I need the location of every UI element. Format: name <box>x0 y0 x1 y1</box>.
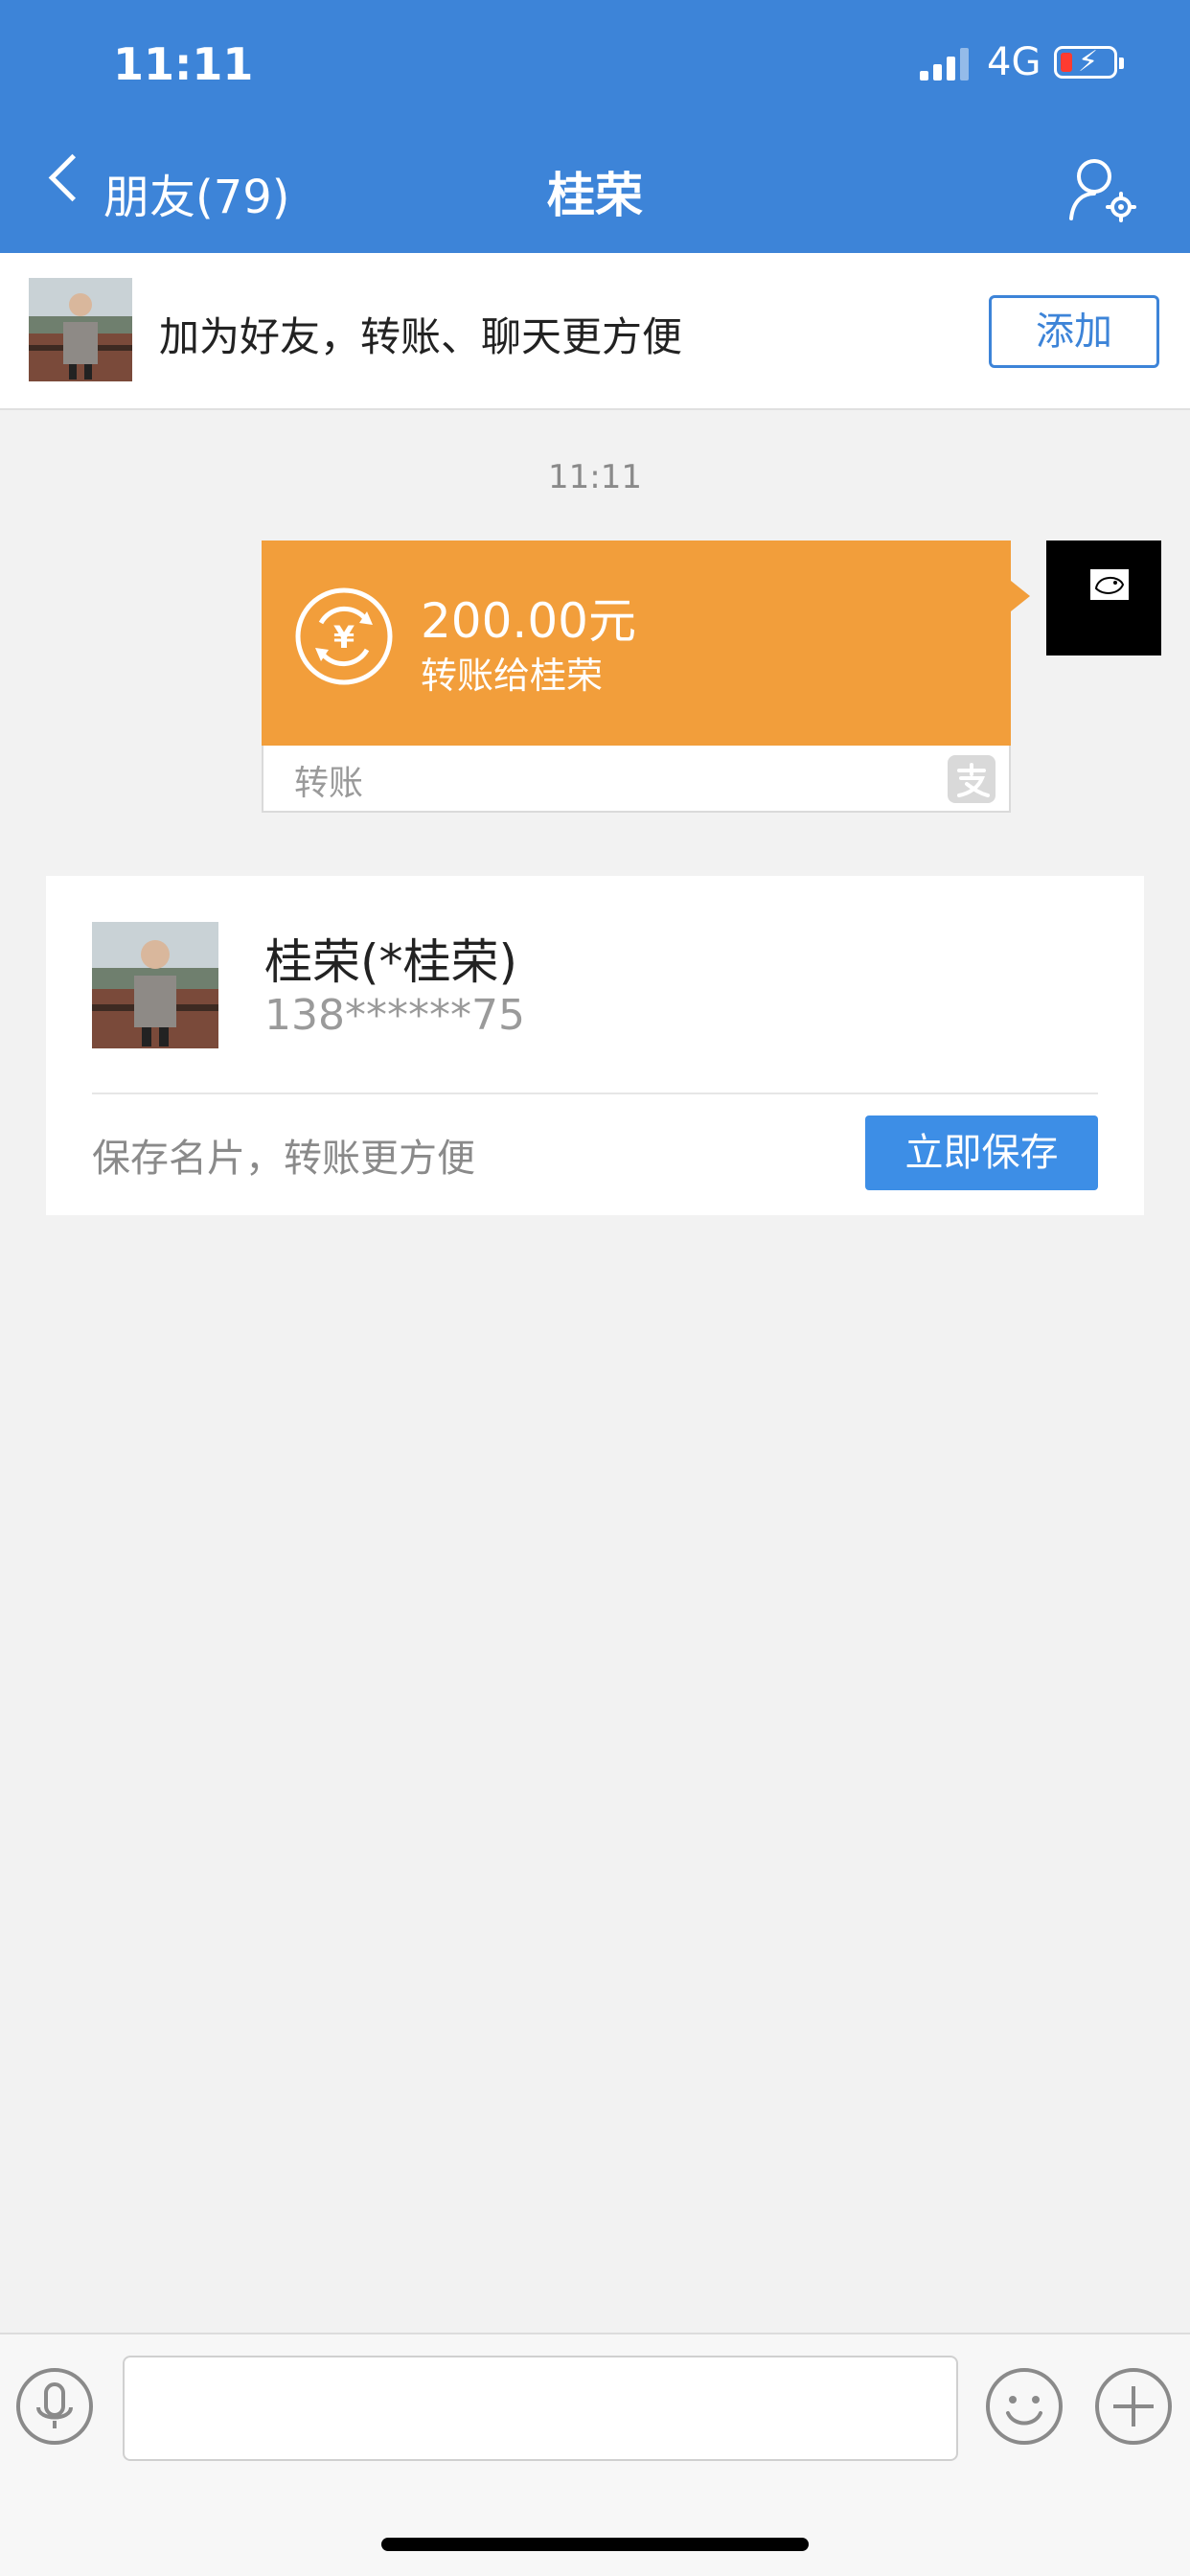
add-friend-bar: 加为好友，转账、聊天更方便 添加 <box>0 253 1190 410</box>
nav-header: 11:11 4G ⚡ 朋友(79) 桂荣 <box>0 0 1190 253</box>
person-settings-icon[interactable] <box>1064 155 1140 224</box>
svg-text:¥: ¥ <box>333 619 355 656</box>
card-divider <box>92 1092 1098 1094</box>
home-indicator[interactable] <box>381 2538 809 2551</box>
add-friend-button[interactable]: 添加 <box>989 295 1159 368</box>
save-now-button[interactable]: 立即保存 <box>865 1116 1098 1190</box>
page-title: 桂荣 <box>547 168 643 223</box>
chat-timestamp: 11:11 <box>548 458 642 496</box>
signal-icon <box>920 48 972 80</box>
save-card-hint: 保存名片，转账更方便 <box>92 1137 475 1181</box>
contact-phone: 138******75 <box>264 991 525 1040</box>
microphone-icon[interactable] <box>15 2367 94 2446</box>
plus-icon[interactable] <box>1094 2367 1173 2446</box>
network-type: 4G <box>987 40 1041 84</box>
transfer-message[interactable]: ¥ 200.00元 转账给桂荣 转账 <box>262 540 1011 813</box>
contact-name: 桂荣(*桂荣) <box>264 934 518 990</box>
transfer-type-label: 转账 <box>294 764 364 803</box>
bubble-tail <box>1011 581 1030 611</box>
contact-card: 桂荣(*桂荣) 138******75 保存名片，转账更方便 立即保存 <box>46 876 1144 1215</box>
message-input[interactable] <box>123 2356 958 2461</box>
battery-cap <box>1119 58 1124 69</box>
contact-avatar <box>29 278 132 381</box>
contact-card-avatar <box>92 922 218 1048</box>
emoji-icon[interactable] <box>985 2367 1064 2446</box>
my-avatar[interactable] <box>1046 540 1161 656</box>
alipay-icon <box>948 755 995 803</box>
transfer-message-header: ¥ 200.00元 转账给桂荣 <box>262 540 1011 746</box>
transfer-amount: 200.00元 <box>421 593 636 649</box>
add-friend-text: 加为好友，转账、聊天更方便 <box>159 313 683 360</box>
yen-transfer-icon: ¥ <box>295 587 393 685</box>
battery-icon: ⚡ <box>1054 46 1117 79</box>
transfer-description: 转账给桂荣 <box>421 655 604 697</box>
status-time: 11:11 <box>113 38 254 90</box>
